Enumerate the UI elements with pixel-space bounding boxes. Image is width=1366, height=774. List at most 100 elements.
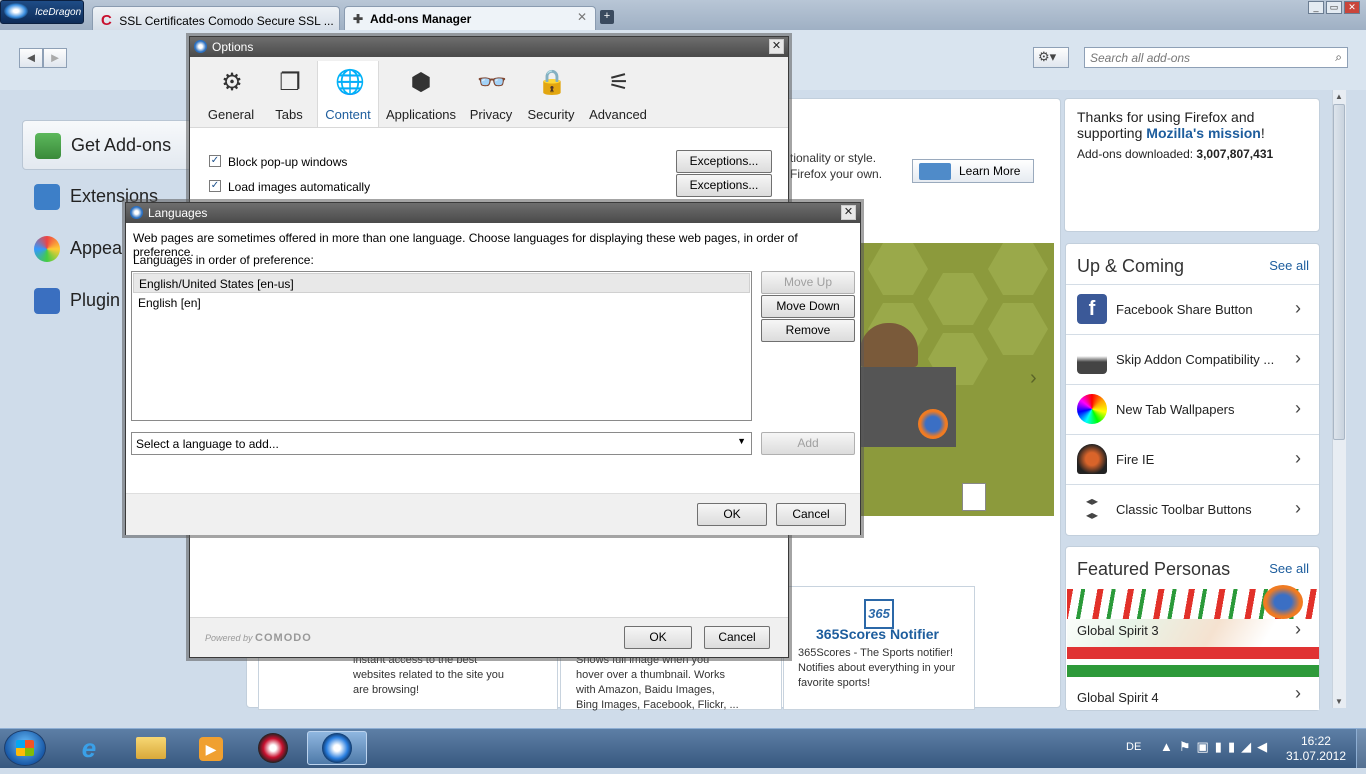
addon-title[interactable]: 365Scores Notifier [816, 627, 960, 642]
show-desktop-button[interactable] [1356, 729, 1366, 768]
facebook-icon: f [1077, 294, 1107, 324]
see-all-link[interactable]: See all [1269, 258, 1309, 273]
learn-more-button[interactable]: Learn More [912, 159, 1034, 183]
remove-button[interactable]: Remove [761, 319, 855, 342]
nav-get-addons[interactable]: Get Add-ons [22, 120, 192, 170]
downloads-count: 3,007,807,431 [1196, 147, 1274, 161]
addon-name: New Tab Wallpapers [1116, 402, 1235, 417]
icedragon-menu-button[interactable]: IceDragon [0, 0, 84, 24]
next-slide-arrow[interactable]: › [1030, 367, 1037, 390]
addon-item-new-tab-wallpapers[interactable]: New Tab Wallpapers › [1066, 384, 1319, 434]
365scores-logo-icon: 365 [864, 599, 894, 629]
tab-label: Security [527, 107, 575, 122]
section-title: Featured Personas [1077, 559, 1231, 579]
scrollbar-thumb[interactable] [1333, 104, 1345, 440]
close-icon[interactable]: ✕ [769, 39, 784, 54]
move-down-button[interactable]: Move Down [761, 295, 855, 318]
clock[interactable]: 16:22 31.07.2012 [1286, 734, 1346, 764]
scroll-up-arrow[interactable]: ▲ [1335, 92, 1343, 101]
play-icon: ▶ [199, 737, 223, 761]
persona-name: Global Spirit 3 [1077, 623, 1159, 638]
block-popups-checkbox[interactable]: ✓ [209, 155, 221, 167]
popup-exceptions-button[interactable]: Exceptions... [676, 150, 772, 173]
color-wheel-icon [1077, 394, 1107, 424]
new-tab-button[interactable]: + [600, 10, 614, 24]
add-language-select[interactable]: Select a language to add... ▼ [131, 432, 752, 455]
keyboard-language-indicator[interactable]: DE [1126, 741, 1141, 753]
languages-ok-button[interactable]: OK [697, 503, 767, 526]
addon-item-skip-compat[interactable]: Skip Addon Compatibility ... › [1066, 334, 1319, 384]
promo-banner[interactable]: › [858, 243, 1054, 516]
internet-explorer-taskbar-icon[interactable]: e [62, 731, 116, 765]
load-images-label: Load images automatically [228, 180, 371, 194]
see-all-link[interactable]: See all [1269, 561, 1309, 576]
tab-security[interactable]: 🔒 Security [517, 67, 585, 123]
thanks-line-2: supporting [1077, 125, 1147, 141]
tab-applications[interactable]: ⬢ Applications [382, 67, 460, 123]
forward-button[interactable]: ► [43, 48, 67, 68]
close-tab-icon[interactable]: ✕ [577, 10, 587, 24]
palette-icon [34, 236, 60, 262]
addon-card-2[interactable]: Shows full image when you hover over a t… [560, 652, 782, 711]
tab-label: Privacy [469, 107, 513, 122]
languages-cancel-button[interactable]: Cancel [776, 503, 846, 526]
icedragon-small-icon [130, 206, 143, 219]
addon-card-1[interactable]: instant access to the best websites rela… [258, 652, 558, 710]
images-exceptions-button[interactable]: Exceptions... [676, 174, 772, 197]
search-icon[interactable]: ⌕ [1335, 50, 1342, 65]
up-and-coming-panel: Up & Coming See all f Facebook Share But… [1065, 243, 1320, 536]
dropdown-arrow-icon[interactable]: ▼ [737, 436, 746, 446]
options-cancel-button[interactable]: Cancel [704, 626, 770, 649]
tab-ssl-certificates[interactable]: C SSL Certificates Comodo Secure SSL ... [92, 6, 340, 30]
languages-list-label: Languages in order of preference: [133, 253, 314, 267]
persona-global-spirit-4[interactable]: Global Spirit 4 › [1067, 647, 1319, 710]
close-icon[interactable]: ✕ [841, 205, 856, 220]
firefox-logo-icon [918, 409, 948, 439]
mozilla-mission-link[interactable]: Mozilla's mission [1146, 125, 1261, 141]
tray-icons[interactable]: ▲⚑▣▮▮◢◀ [1160, 739, 1273, 755]
list-item[interactable]: English/United States [en-us] [133, 273, 750, 293]
languages-titlebar[interactable]: Languages ✕ [126, 203, 860, 223]
tab-advanced[interactable]: ⚟ Advanced [583, 67, 653, 123]
windows-logo-icon [16, 740, 34, 756]
tab-privacy[interactable]: 👓 Privacy [457, 67, 525, 123]
tab-content[interactable]: 🌐 Content [317, 61, 379, 127]
addon-item-fire-ie[interactable]: Fire IE › [1066, 434, 1319, 484]
add-language-button[interactable]: Add [761, 432, 855, 455]
play-video-icon [919, 163, 951, 180]
tab-tabs[interactable]: ❐ Tabs [254, 67, 324, 123]
persona-global-spirit-3[interactable]: Global Spirit 3 › [1067, 585, 1319, 647]
addon-card-365scores[interactable]: 365 365Scores Notifier 365Scores - The S… [783, 586, 975, 710]
start-button[interactable] [4, 730, 46, 766]
icedragon-taskbar-icon[interactable] [307, 731, 367, 765]
chevron-right-icon: › [1295, 348, 1301, 368]
addon-item-facebook-share[interactable]: f Facebook Share Button › [1066, 284, 1319, 334]
scroll-down-arrow[interactable]: ▼ [1335, 697, 1343, 706]
options-ok-button[interactable]: OK [624, 626, 692, 649]
explorer-folder-taskbar-icon[interactable] [124, 731, 178, 765]
gear-icon: ⚙ [221, 69, 243, 96]
comodo-dragon-icon [258, 733, 288, 763]
languages-list[interactable]: English/United States [en-us] English [e… [131, 271, 752, 421]
comodo-taskbar-icon[interactable] [246, 731, 300, 765]
chevron-right-icon: › [1295, 683, 1301, 703]
folder-icon [136, 737, 166, 759]
addon-item-classic-toolbar[interactable]: ◂▸ ◂▸ Classic Toolbar Buttons › [1066, 484, 1319, 534]
tab-label: Tabs [275, 107, 303, 122]
close-window-button[interactable]: ✕ [1344, 1, 1360, 14]
list-item[interactable]: English [en] [133, 293, 750, 313]
globe-icon: 🌐 [335, 69, 365, 96]
tools-gear-button[interactable]: ⚙▾ [1033, 47, 1069, 68]
toolbar-arrows-icon: ◂▸ ◂▸ [1085, 494, 1099, 522]
media-player-taskbar-icon[interactable]: ▶ [184, 731, 238, 765]
load-images-checkbox[interactable]: ✓ [209, 180, 221, 192]
search-addons-input[interactable]: Search all add-ons ⌕ [1084, 47, 1348, 68]
tab-addons-manager[interactable]: ✚ Add-ons Manager ✕ [344, 6, 596, 30]
mug-illustration [962, 483, 986, 511]
maximize-button[interactable]: ▭ [1326, 1, 1342, 14]
back-button[interactable]: ◄ [19, 48, 43, 68]
options-titlebar[interactable]: Options ✕ [190, 37, 788, 57]
move-up-button[interactable]: Move Up [761, 271, 855, 294]
clock-time: 16:22 [1300, 734, 1331, 748]
minimize-button[interactable]: _ [1308, 1, 1324, 14]
